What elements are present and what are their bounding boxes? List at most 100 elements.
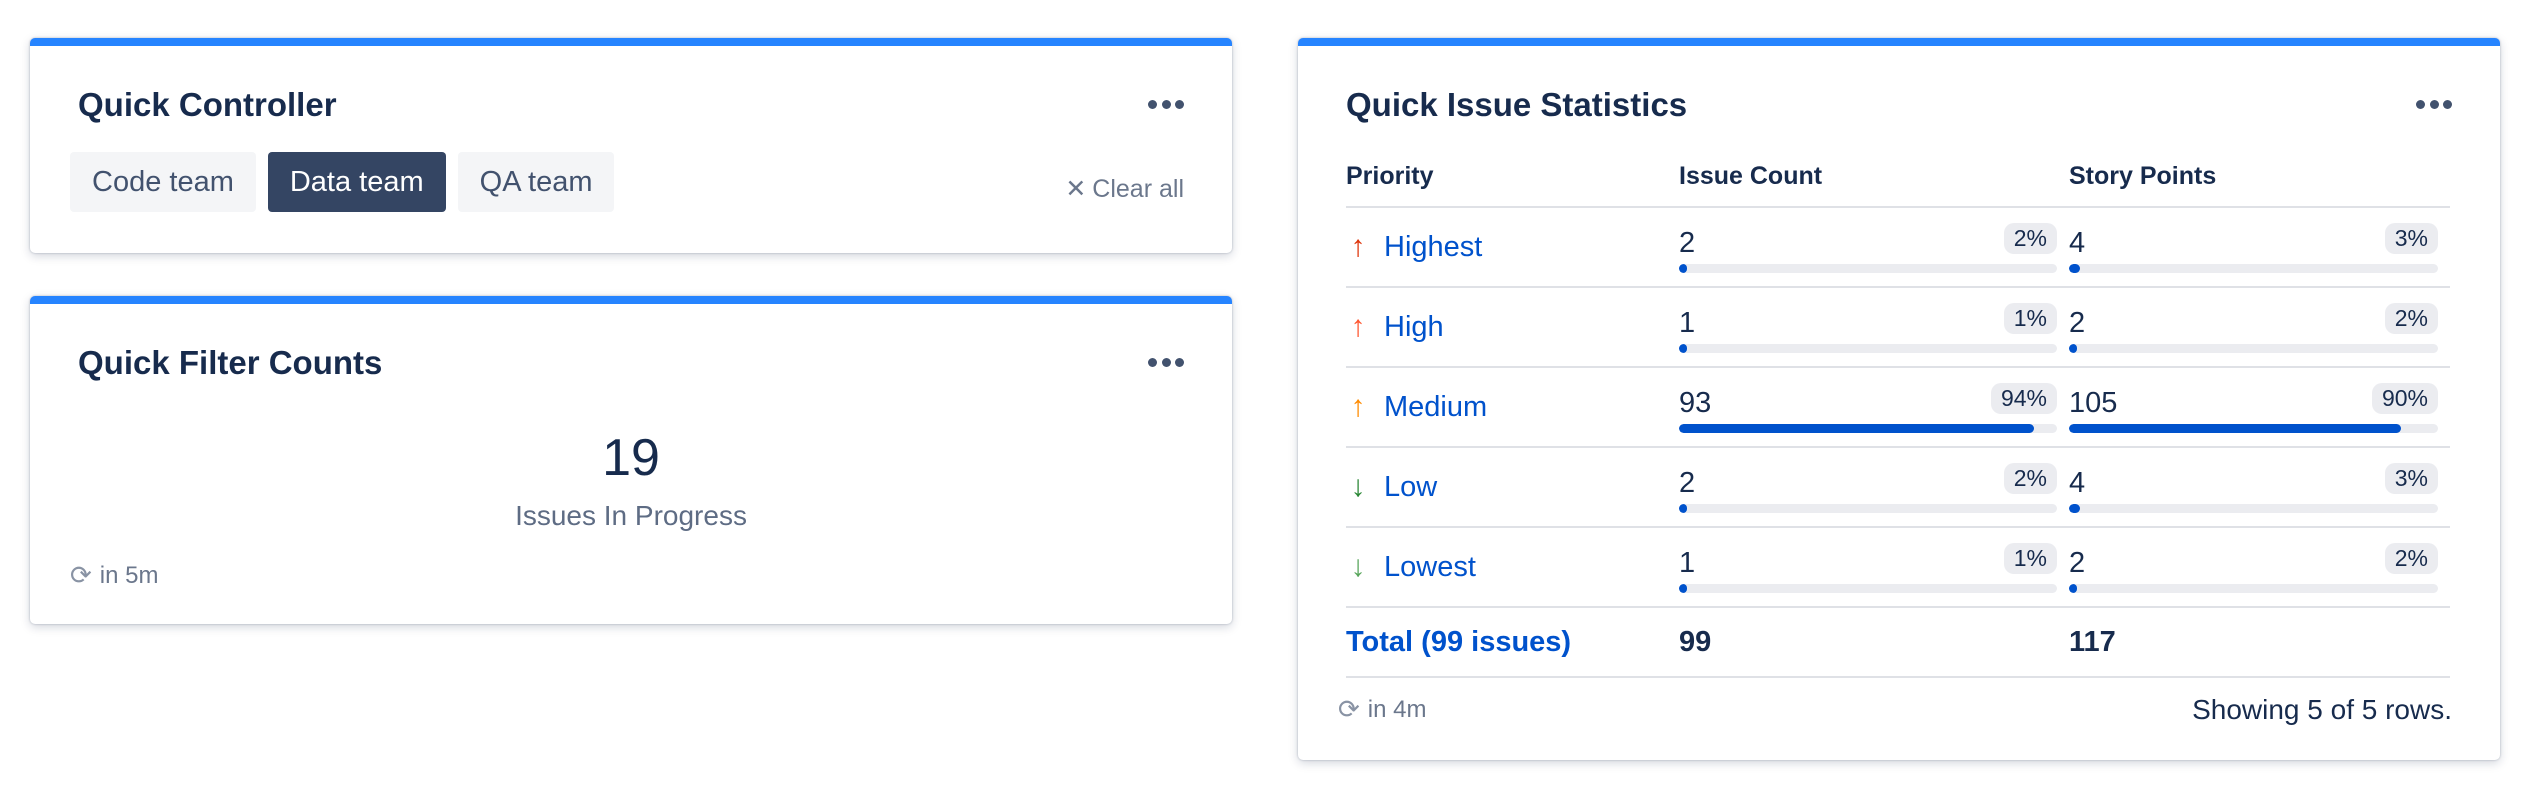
quick-controller-title: Quick Controller [78, 86, 337, 123]
story-points-progress-bar [2069, 504, 2438, 513]
story-points-percent-badge: 2% [2384, 543, 2438, 574]
story-points-cell: 105 90% [2069, 367, 2450, 447]
quick-issue-statistics-card: Quick Issue Statistics Priority Issue Co… [1298, 38, 2500, 760]
quick-controller-more-icon[interactable] [1148, 98, 1184, 110]
issue-count-percent-badge: 1% [2003, 543, 2057, 574]
priority-label: Medium [1384, 390, 1488, 423]
issue-count-percent-badge: 1% [2003, 303, 2057, 334]
issue-count-value: 19 [602, 429, 660, 487]
refresh-label: in 5m [99, 561, 159, 589]
total-row: Total (99 issues) 99 117 [1346, 608, 2450, 678]
total-count: 99 [1679, 625, 1712, 658]
story-points: 4 [2069, 467, 2086, 499]
priority-link[interactable]: ↑ Highest [1346, 230, 1679, 264]
progress-fill [1679, 424, 2035, 433]
table-row: ↑ Highest 2 2% 4 3% [1346, 208, 2450, 288]
table-header: Priority Issue Count Story Points [1346, 162, 2450, 208]
issue-count-percent-badge: 2% [2003, 223, 2057, 254]
issue-count: 1 [1679, 307, 1696, 339]
team-filter-chips: Code team Data team QA team [70, 152, 615, 212]
issue-count-label: Issues In Progress [515, 500, 747, 531]
quick-filter-counts-card: Quick Filter Counts 19 Issues In Progres… [30, 296, 1232, 624]
issue-count: 2 [1679, 227, 1696, 259]
priority-label: Highest [1384, 230, 1483, 263]
chip-qa-team[interactable]: QA team [457, 152, 615, 212]
issue-count-progress-bar [1679, 264, 2057, 273]
story-points-percent-badge: 2% [2384, 303, 2438, 334]
table-row: ↓ Lowest 1 1% 2 2% [1346, 528, 2450, 608]
story-points: 2 [2069, 307, 2086, 339]
refresh-icon: ⟳ [1338, 694, 1360, 724]
story-points-cell: 2 2% [2069, 287, 2450, 367]
issue-count-progress-bar [1679, 504, 2057, 513]
story-points-cell: 4 3% [2069, 447, 2450, 527]
story-points-percent-badge: 3% [2384, 223, 2438, 254]
table-row: ↓ Low 2 2% 4 3% [1346, 448, 2450, 528]
table-row: ↑ High 1 1% 2 2% [1346, 288, 2450, 368]
issue-count-cell: 2 2% [1679, 207, 2069, 287]
progress-fill [2069, 584, 2077, 593]
issue-count: 93 [1679, 387, 1712, 419]
issue-count-cell: 93 94% [1679, 367, 2069, 447]
priority-label: Lowest [1384, 550, 1476, 583]
issue-count: 1 [1679, 547, 1696, 579]
issue-count-progress-bar [1679, 344, 2057, 353]
priority-label: Low [1384, 470, 1438, 503]
story-points: 4 [2069, 227, 2086, 259]
clear-all-label: Clear all [1092, 174, 1184, 203]
priority-label: High [1384, 310, 1444, 343]
issue-count-percent-badge: 2% [2003, 463, 2057, 494]
quick-stats-title: Quick Issue Statistics [1346, 86, 1688, 123]
quick-filter-more-icon[interactable] [1148, 356, 1184, 368]
header-issue-count: Issue Count [1679, 162, 1823, 190]
priority-link[interactable]: ↑ Medium [1346, 390, 1679, 424]
progress-fill [2069, 264, 2081, 273]
story-points-progress-bar [2069, 584, 2438, 593]
header-story-points: Story Points [2069, 162, 2217, 190]
arrow-up-icon: ↑ [1350, 390, 1366, 423]
story-points-progress-bar [2069, 264, 2438, 273]
story-points-progress-bar [2069, 344, 2438, 353]
story-points-progress-bar [2069, 424, 2438, 433]
chip-data-team[interactable]: Data team [267, 152, 446, 212]
priority-link[interactable]: ↑ High [1346, 310, 1679, 344]
total-points: 117 [2069, 625, 2116, 658]
issue-count-percent-badge: 94% [1990, 383, 2057, 414]
refresh-label: in 4m [1367, 695, 1427, 723]
arrow-down-icon: ↓ [1350, 550, 1366, 583]
story-points-cell: 2 2% [2069, 527, 2450, 607]
statistics-table: Priority Issue Count Story Points ↑ High… [1346, 162, 2450, 678]
progress-fill [1679, 344, 1687, 353]
clear-all-button[interactable]: ✕ Clear all [1065, 174, 1184, 204]
quick-filter-title: Quick Filter Counts [78, 344, 383, 381]
arrow-down-icon: ↓ [1350, 470, 1366, 503]
progress-fill [1679, 264, 1687, 273]
arrow-up-icon: ↑ [1350, 230, 1366, 263]
story-points: 105 [2069, 387, 2118, 419]
story-points-percent-badge: 3% [2384, 463, 2438, 494]
refresh-icon: ⟳ [70, 560, 92, 590]
priority-link[interactable]: ↓ Lowest [1346, 550, 1679, 584]
issue-count-cell: 1 1% [1679, 527, 2069, 607]
quick-stats-more-icon[interactable] [2416, 98, 2452, 110]
story-points-cell: 4 3% [2069, 207, 2450, 287]
issue-count: 2 [1679, 467, 1696, 499]
priority-link[interactable]: ↓ Low [1346, 470, 1679, 504]
header-priority: Priority [1346, 162, 1434, 190]
quick-controller-card: Quick Controller Code team Data team QA … [30, 38, 1232, 253]
story-points-percent-badge: 90% [2371, 383, 2438, 414]
refresh-timer: ⟳ in 4m [1338, 694, 1426, 725]
close-icon: ✕ [1065, 175, 1087, 203]
progress-fill [1679, 504, 1687, 513]
issue-count-progress-bar [1679, 584, 2057, 593]
issue-count-cell: 2 2% [1679, 447, 2069, 527]
arrow-up-icon: ↑ [1350, 310, 1366, 343]
story-points: 2 [2069, 547, 2086, 579]
total-label[interactable]: Total (99 issues) [1346, 626, 1679, 659]
progress-fill [2069, 504, 2081, 513]
chip-code-team[interactable]: Code team [70, 152, 256, 212]
progress-fill [2069, 424, 2402, 433]
refresh-timer: ⟳ in 5m [70, 560, 158, 591]
issue-count-progress-bar [1679, 424, 2057, 433]
issue-count-cell: 1 1% [1679, 287, 2069, 367]
